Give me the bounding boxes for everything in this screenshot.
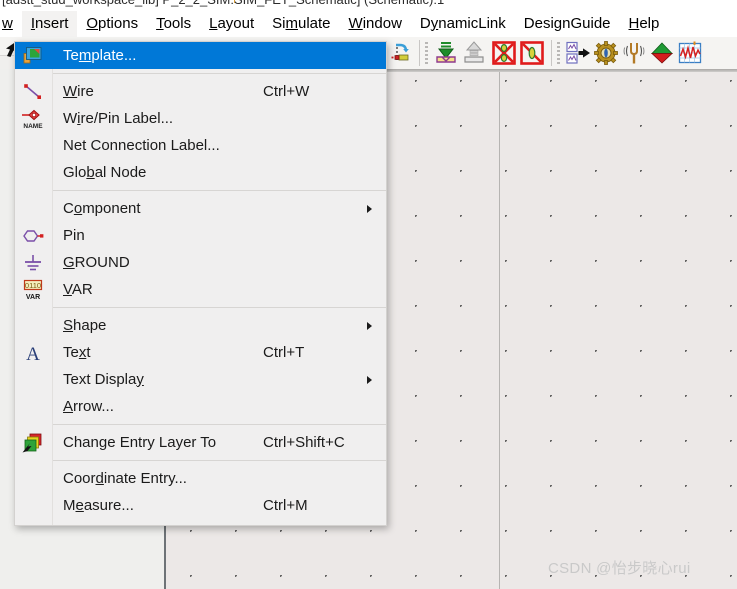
menu-item-component[interactable]: Component [15,195,386,222]
svg-text:0110: 0110 [25,281,41,290]
toolbar-group-edit [388,37,416,69]
menu-bar: w Insert Options Tools Layout Simulate W… [0,10,737,38]
deactivate-icon[interactable] [490,39,518,67]
menu-item-label: Change Entry Layer To [63,433,217,451]
ground-icon [20,252,46,274]
menu-item-label: GROUND [63,253,130,271]
menu-item-label: Text Display [63,370,144,388]
toolbar-grip-2[interactable] [425,42,428,64]
menu-item-var[interactable]: 0110 VAR VAR [15,276,386,303]
wire-pin-label-icon: NAME [20,108,46,130]
submenu-arrow-icon [367,375,372,384]
menu-item-wire[interactable]: Wire Ctrl+W [15,78,386,105]
application-window: [adstt_stud_workspace_lib] P_2_2_SIM:SIM… [0,0,737,589]
menu-item-accelerator: Ctrl+M [263,496,308,514]
menu-item-label: Shape [63,316,107,334]
menu-separator-2 [53,190,386,191]
menu-item-template[interactable]: Template... [15,42,386,69]
change-entry-layer-icon [20,432,46,454]
toolbar-grip-3[interactable] [557,42,560,64]
menu-item-label: Coordinate Entry... [63,469,187,487]
menu-item-list: Template... Wire Ctrl+W NAME Wire/Pin La… [15,42,386,525]
menu-item-label: Net Connection Label... [63,136,220,154]
menu-item-wire-pin-label[interactable]: NAME Wire/Pin Label... [15,105,386,132]
canvas-page-boundary-line [499,69,500,589]
menu-item-label: Measure... [63,496,134,514]
var-icon: 0110 VAR [20,279,46,301]
svg-text:VAR: VAR [26,294,40,301]
menu-item-net-connection-label[interactable]: Net Connection Label... [15,132,386,159]
submenu-arrow-icon [367,204,372,213]
menu-item-accelerator: Ctrl+W [263,82,310,100]
menu-item-simulate[interactable]: Simulate [263,11,339,37]
submenu-arrow-icon [367,321,372,330]
title-caret [234,0,235,3]
pop-out-hierarchy-icon[interactable] [460,39,488,67]
menu-item-window[interactable]: Window [340,11,411,37]
wire-pin-label-icon[interactable] [388,39,416,67]
title-bar: [adstt_stud_workspace_lib] P_2_2_SIM:SIM… [0,0,737,10]
display-results-icon[interactable] [676,39,704,67]
window-title: [adstt_stud_workspace_lib] P_2_2_SIM:SIM… [2,0,444,7]
toolbar-group-activate [490,37,546,69]
menu-item-label: Component [63,199,141,217]
menu-item-tools[interactable]: Tools [147,11,200,37]
svg-text:A: A [26,344,40,363]
menu-item-global-node[interactable]: Global Node [15,159,386,186]
menu-item-insert[interactable]: Insert [21,10,78,37]
toolbar-separator-1 [419,40,420,66]
menu-item-shape[interactable]: Shape [15,312,386,339]
menu-item-pin[interactable]: Pin [15,222,386,249]
menu-item-designguide[interactable]: DesignGuide [515,11,620,37]
menu-item-text-display[interactable]: Text Display [15,366,386,393]
text-icon: A [20,342,46,364]
menu-separator-1 [53,73,386,74]
menu-item-text[interactable]: A Text Ctrl+T [15,339,386,366]
menu-item-label: Arrow... [63,397,114,415]
menu-item-label: VAR [63,280,93,298]
disable-component-icon[interactable] [518,39,546,67]
menu-bottom-padding [15,519,386,525]
menu-item-label: Wire [63,82,94,100]
menu-separator-3 [53,307,386,308]
menu-item-edit[interactable]: w [0,11,22,37]
menu-item-ground[interactable]: GROUND [15,249,386,276]
menu-item-label: Template... [63,46,137,64]
svg-text:NAME: NAME [23,123,43,130]
menu-item-measure[interactable]: Measure... Ctrl+M [15,492,386,519]
menu-item-dynamiclink[interactable]: DynamicLink [411,11,515,37]
pin-icon [20,225,46,247]
menu-separator-5 [53,460,386,461]
simulation-settings-icon[interactable] [592,39,620,67]
insert-dropdown-menu: Template... Wire Ctrl+W NAME Wire/Pin La… [14,41,387,526]
wire-icon [20,81,46,103]
menu-item-change-entry-layer-to[interactable]: Change Entry Layer To Ctrl+Shift+C [15,429,386,456]
watermark-text: CSDN @怡步晓心rui [548,560,691,577]
toolbar-group-hierarchy [432,37,488,69]
optimization-icon[interactable] [648,39,676,67]
template-icon [20,45,46,67]
menu-item-coordinate-entry[interactable]: Coordinate Entry... [15,465,386,492]
menu-item-accelerator: Ctrl+T [263,343,305,361]
toolbar-group-simulate [564,37,704,69]
toolbar-separator-2 [551,40,552,66]
menu-item-label: Wire/Pin Label... [63,109,174,127]
menu-item-label: Pin [63,226,85,244]
menu-item-help[interactable]: Help [620,11,669,37]
tuning-fork-icon[interactable] [620,39,648,67]
menu-item-options[interactable]: Options [77,11,147,37]
menu-item-arrow[interactable]: Arrow... [15,393,386,420]
menu-item-label: Text [63,343,91,361]
push-into-hierarchy-icon[interactable] [432,39,460,67]
create-layout-icon[interactable] [564,39,592,67]
menu-separator-4 [53,424,386,425]
menu-item-layout[interactable]: Layout [200,11,263,37]
menu-item-accelerator: Ctrl+Shift+C [263,433,345,451]
menu-item-label: Global Node [63,163,147,181]
